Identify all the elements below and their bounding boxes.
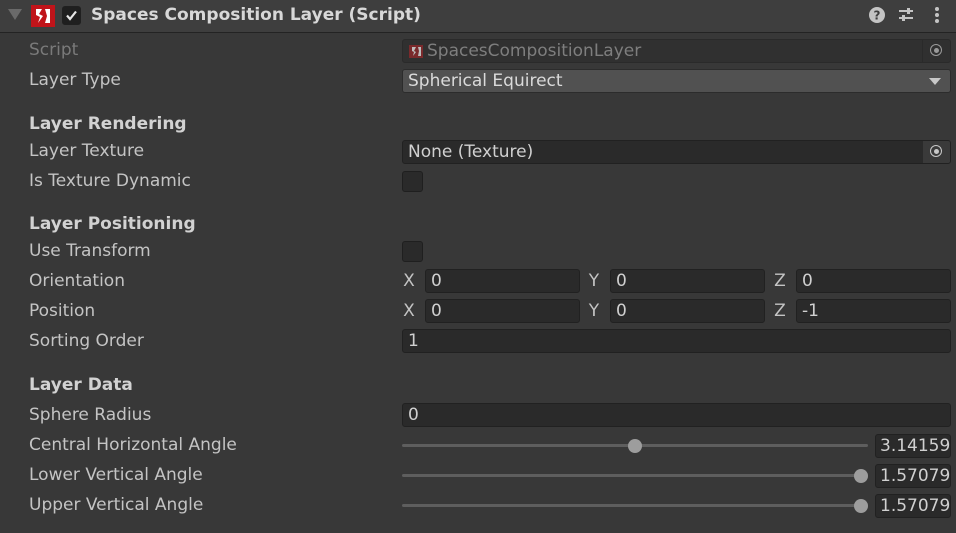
position-x-label[interactable]: X (402, 301, 416, 321)
sphere-radius-input[interactable]: 0 (402, 403, 951, 427)
sorting-order-label: Sorting Order (29, 331, 144, 351)
more-menu-icon[interactable] (928, 6, 946, 24)
orientation-x-input[interactable]: 0 (425, 269, 580, 293)
presets-icon[interactable] (897, 6, 915, 24)
central-horizontal-angle-input[interactable]: 3.14159 (875, 434, 951, 458)
sorting-order-input[interactable]: 1 (402, 329, 951, 353)
upper-vertical-angle-slider-track[interactable] (402, 504, 868, 507)
svg-text:?: ? (874, 9, 881, 23)
upper-vertical-angle-slider-thumb[interactable] (854, 499, 868, 513)
lower-vertical-angle-input[interactable]: 1.57079 (875, 464, 951, 488)
layer-type-dropdown[interactable]: Spherical Equirect (402, 69, 951, 93)
section-layer-rendering: Layer Rendering (29, 114, 187, 134)
component-header: Spaces Composition Layer (Script) ? (0, 0, 956, 33)
layer-texture-value: None (Texture) (408, 142, 534, 162)
sphere-radius-label: Sphere Radius (29, 405, 152, 425)
central-horizontal-angle-slider-thumb[interactable] (628, 439, 642, 453)
is-texture-dynamic-checkbox[interactable] (402, 171, 423, 192)
orientation-label: Orientation (29, 271, 125, 291)
lower-vertical-angle-slider-thumb[interactable] (854, 469, 868, 483)
position-label: Position (29, 301, 96, 321)
script-asset-icon (409, 45, 423, 58)
help-icon[interactable]: ? (868, 6, 886, 24)
orientation-y-label[interactable]: Y (587, 271, 601, 291)
layer-type-value: Spherical Equirect (408, 71, 563, 91)
script-label: Script (29, 40, 79, 60)
object-picker-dot (934, 149, 939, 154)
dropdown-arrow-icon (929, 78, 941, 85)
script-object-picker[interactable] (922, 40, 950, 62)
position-z-input[interactable]: -1 (796, 299, 951, 323)
upper-vertical-angle-input[interactable]: 1.57079 (875, 494, 951, 518)
layer-type-label: Layer Type (29, 70, 121, 90)
checkmark-icon (66, 10, 77, 21)
section-layer-data: Layer Data (29, 375, 133, 395)
use-transform-checkbox[interactable] (402, 241, 423, 262)
orientation-x-label[interactable]: X (402, 271, 416, 291)
is-texture-dynamic-label: Is Texture Dynamic (29, 171, 191, 191)
object-picker-dot (934, 48, 939, 53)
lower-vertical-angle-slider-track[interactable] (402, 474, 868, 477)
layer-texture-label: Layer Texture (29, 141, 145, 161)
texture-object-picker[interactable] (922, 141, 950, 163)
upper-vertical-angle-label: Upper Vertical Angle (29, 495, 204, 515)
orientation-z-label[interactable]: Z (773, 271, 787, 291)
component-enabled-checkbox[interactable] (62, 6, 81, 25)
script-field[interactable]: SpacesCompositionLayer (402, 39, 951, 63)
orientation-y-input[interactable]: 0 (610, 269, 765, 293)
script-field-value: SpacesCompositionLayer (427, 41, 642, 61)
position-z-label[interactable]: Z (773, 301, 787, 321)
position-y-input[interactable]: 0 (610, 299, 765, 323)
foldout-arrow-icon[interactable] (8, 9, 22, 20)
lower-vertical-angle-label: Lower Vertical Angle (29, 465, 203, 485)
component-logo-icon (31, 5, 55, 27)
layer-texture-field[interactable]: None (Texture) (402, 140, 951, 164)
central-horizontal-angle-label: Central Horizontal Angle (29, 435, 237, 455)
component-title: Spaces Composition Layer (Script) (91, 5, 421, 25)
orientation-z-input[interactable]: 0 (796, 269, 951, 293)
position-y-label[interactable]: Y (587, 301, 601, 321)
section-layer-positioning: Layer Positioning (29, 214, 196, 234)
position-x-input[interactable]: 0 (425, 299, 580, 323)
use-transform-label: Use Transform (29, 241, 151, 261)
